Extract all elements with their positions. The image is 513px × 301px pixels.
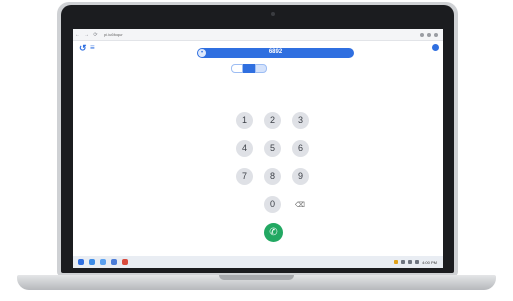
mode-tabs — [231, 64, 267, 73]
url-text[interactable]: pi.iu6foqur — [104, 32, 123, 37]
key-9[interactable]: 9 — [292, 168, 309, 185]
app-taskbar-icon[interactable] — [111, 259, 117, 265]
key-2[interactable]: 2 — [264, 112, 281, 129]
reload-icon[interactable]: ⟳ — [91, 32, 100, 38]
webcam — [271, 12, 275, 16]
screen: ← → ⟳ pi.iu6foqur ↺ ≡ • 6892 1 2 3 4 5 6… — [73, 29, 443, 268]
volume-icon[interactable] — [408, 260, 413, 264]
key-7[interactable]: 7 — [236, 168, 253, 185]
system-tray: 4:00 PM — [394, 260, 443, 265]
bookmark-icon[interactable] — [427, 32, 431, 37]
backspace-icon[interactable]: ⌫ — [295, 201, 305, 209]
taskbar: 4:00 PM — [73, 256, 443, 268]
clock[interactable]: 4:00 PM — [422, 260, 437, 265]
start-icon[interactable] — [78, 259, 84, 265]
back-arrow-icon[interactable]: ↺ — [79, 43, 87, 54]
explorer-taskbar-icon[interactable] — [100, 259, 106, 265]
browser-menu-icon[interactable] — [434, 32, 438, 37]
hamburger-menu-icon[interactable]: ≡ — [90, 43, 95, 52]
key-0[interactable]: 0 — [264, 196, 281, 213]
call-button[interactable]: ✆ — [264, 223, 283, 242]
dialed-number: 6892 — [268, 49, 283, 55]
notification-icon[interactable] — [394, 260, 399, 264]
key-1[interactable]: 1 — [236, 112, 253, 129]
media-taskbar-icon[interactable] — [122, 259, 128, 265]
tab-3[interactable] — [255, 64, 267, 73]
extension-icon[interactable] — [420, 32, 424, 37]
laptop-notch — [219, 275, 294, 280]
key-4[interactable]: 4 — [236, 140, 253, 157]
key-5[interactable]: 5 — [264, 140, 281, 157]
back-icon[interactable]: ← — [73, 32, 82, 38]
tab-2[interactable] — [243, 64, 255, 73]
key-3[interactable]: 3 — [292, 112, 309, 129]
battery-icon[interactable] — [415, 260, 420, 264]
forward-icon[interactable]: → — [82, 32, 91, 38]
key-6[interactable]: 6 — [292, 140, 309, 157]
dialed-number-field[interactable]: • 6892 — [197, 48, 354, 58]
browser-taskbar-icon[interactable] — [89, 259, 95, 265]
network-icon[interactable] — [401, 260, 406, 264]
tab-1[interactable] — [231, 64, 243, 73]
browser-address-bar: ← → ⟳ pi.iu6foqur — [73, 29, 443, 41]
settings-icon[interactable] — [432, 44, 439, 51]
key-8[interactable]: 8 — [264, 168, 281, 185]
